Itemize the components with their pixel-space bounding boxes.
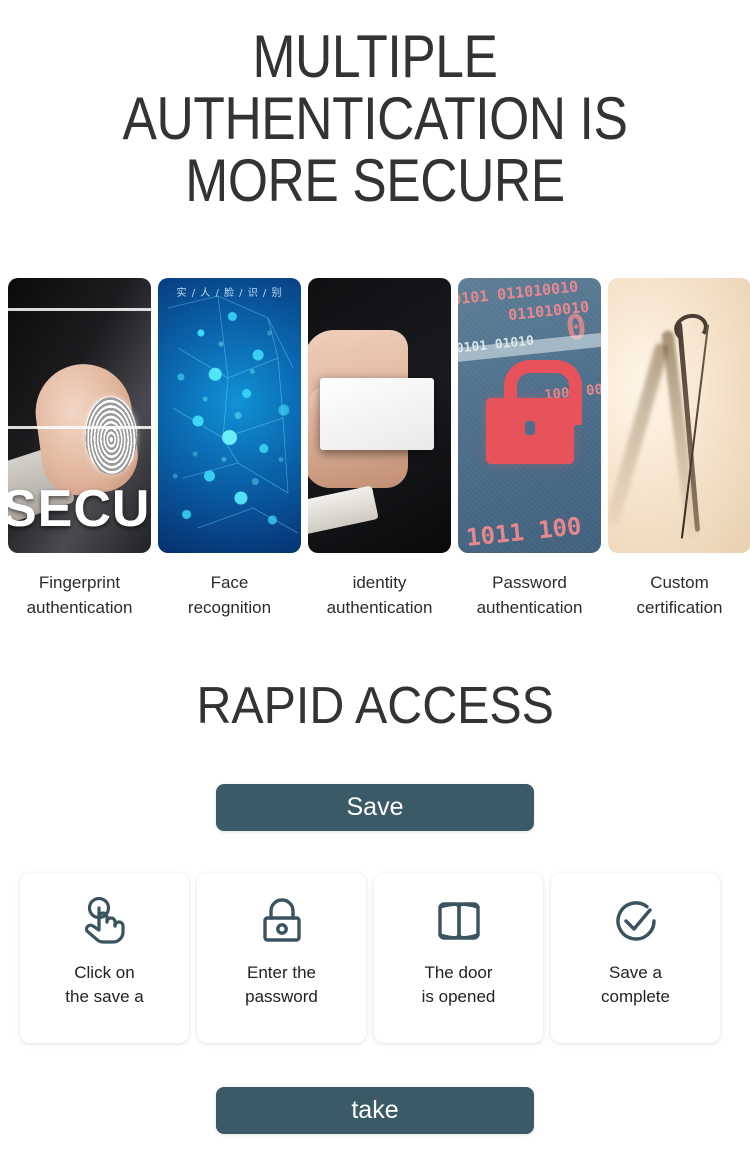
face-overlay-text: 实 / 人 / 脸 / 识 / 别 bbox=[176, 287, 283, 299]
auth-label-line1: Password bbox=[492, 573, 567, 592]
step-card-door-opened[interactable]: The door is opened bbox=[374, 873, 543, 1043]
auth-label-custom: Custom certification bbox=[608, 570, 750, 620]
step-card-enter-password[interactable]: Enter the password bbox=[197, 873, 366, 1043]
check-circle-icon bbox=[615, 901, 656, 941]
binary-row-5: 1011 100 bbox=[464, 512, 583, 552]
step-label-line2: the save a bbox=[65, 987, 144, 1006]
tap-hand-icon bbox=[84, 896, 125, 944]
auth-method-labels: Fingerprint authentication Face recognit… bbox=[8, 570, 750, 620]
hero-line-3: MORE SECURE bbox=[185, 147, 565, 214]
auth-card-password[interactable]: 0101 011010010 011010010 10101 01010 100… bbox=[458, 278, 601, 553]
step-card-save-complete[interactable]: Save a complete bbox=[551, 873, 720, 1043]
auth-label-identity: identity authentication bbox=[308, 570, 451, 620]
auth-label-line2: authentication bbox=[326, 598, 433, 617]
take-button[interactable]: take bbox=[216, 1087, 534, 1134]
step-label-line2: complete bbox=[601, 987, 670, 1006]
step-label-line2: is opened bbox=[421, 987, 496, 1006]
auth-card-identity[interactable] bbox=[308, 278, 451, 553]
fingerprint-image: SECU bbox=[8, 278, 151, 553]
face-recognition-image: 实 / 人 / 脸 / 识 / 别 bbox=[158, 278, 301, 553]
auth-card-custom[interactable] bbox=[608, 278, 750, 553]
step-label-save-complete: Save a complete bbox=[601, 961, 670, 1009]
auth-label-line2: authentication bbox=[26, 598, 133, 617]
hero-heading: MULTIPLE AUTHENTICATION IS MORE SECURE bbox=[0, 0, 750, 212]
auth-label-line2: certification bbox=[636, 598, 723, 617]
auth-label-line1: Face bbox=[210, 573, 249, 592]
scanline-top bbox=[8, 308, 151, 311]
double-door-icon bbox=[437, 902, 480, 940]
custom-certification-image bbox=[608, 278, 750, 553]
auth-label-fingerprint: Fingerprint authentication bbox=[8, 570, 151, 620]
auth-label-face: Face recognition bbox=[158, 570, 301, 620]
steps-row: Click on the save a Enter the password T… bbox=[20, 873, 732, 1043]
auth-label-line2: authentication bbox=[476, 598, 583, 617]
hero-line-1: MULTIPLE bbox=[252, 23, 498, 90]
step-label-line2: password bbox=[245, 987, 318, 1006]
auth-label-line1: Fingerprint bbox=[38, 573, 121, 592]
auth-label-line1: Custom bbox=[650, 573, 709, 592]
hero-line-2: AUTHENTICATION IS bbox=[122, 85, 628, 152]
promo-page: MULTIPLE AUTHENTICATION IS MORE SECURE S… bbox=[0, 0, 750, 1150]
step-label-door-opened: The door is opened bbox=[422, 961, 496, 1009]
auth-label-line2: recognition bbox=[187, 598, 272, 617]
network-lines-icon bbox=[167, 295, 299, 534]
auth-card-fingerprint[interactable]: SECU bbox=[8, 278, 151, 553]
auth-label-line1: identity bbox=[352, 573, 407, 592]
needle-shadow-1 bbox=[608, 341, 670, 529]
step-label-line1: The door bbox=[424, 963, 493, 982]
auth-label-password: Password authentication bbox=[458, 570, 601, 620]
auth-card-face[interactable]: 实 / 人 / 脸 / 识 / 别 bbox=[158, 278, 301, 553]
padlock-icon bbox=[262, 898, 301, 942]
padlock-keyhole-icon bbox=[525, 421, 535, 435]
secu-overlay-text: SECU bbox=[8, 480, 151, 538]
scanline-bottom bbox=[8, 426, 151, 429]
step-label-line1: Click on bbox=[74, 963, 135, 982]
rapid-access-title: RAPID ACCESS bbox=[196, 677, 554, 735]
rapid-access-section: RAPID ACCESS bbox=[0, 678, 750, 734]
step-label-enter-password: Enter the password bbox=[245, 961, 318, 1009]
fingerprint-ridges-icon bbox=[83, 395, 139, 476]
step-label-line1: Save a bbox=[609, 963, 662, 982]
identity-card-image bbox=[308, 278, 451, 553]
shirt-cuff-shape bbox=[308, 485, 379, 535]
step-label-click-save: Click on the save a bbox=[65, 961, 143, 1009]
step-label-line1: Enter the bbox=[246, 963, 316, 982]
auth-method-card-strip: SECU 实 / 人 / 脸 / 识 / 别 0101 011010010 01… bbox=[8, 278, 750, 553]
step-card-click-save[interactable]: Click on the save a bbox=[20, 873, 189, 1043]
password-lock-image: 0101 011010010 011010010 10101 01010 100… bbox=[458, 278, 601, 553]
blank-white-card bbox=[320, 378, 434, 450]
save-button[interactable]: Save bbox=[216, 784, 534, 831]
